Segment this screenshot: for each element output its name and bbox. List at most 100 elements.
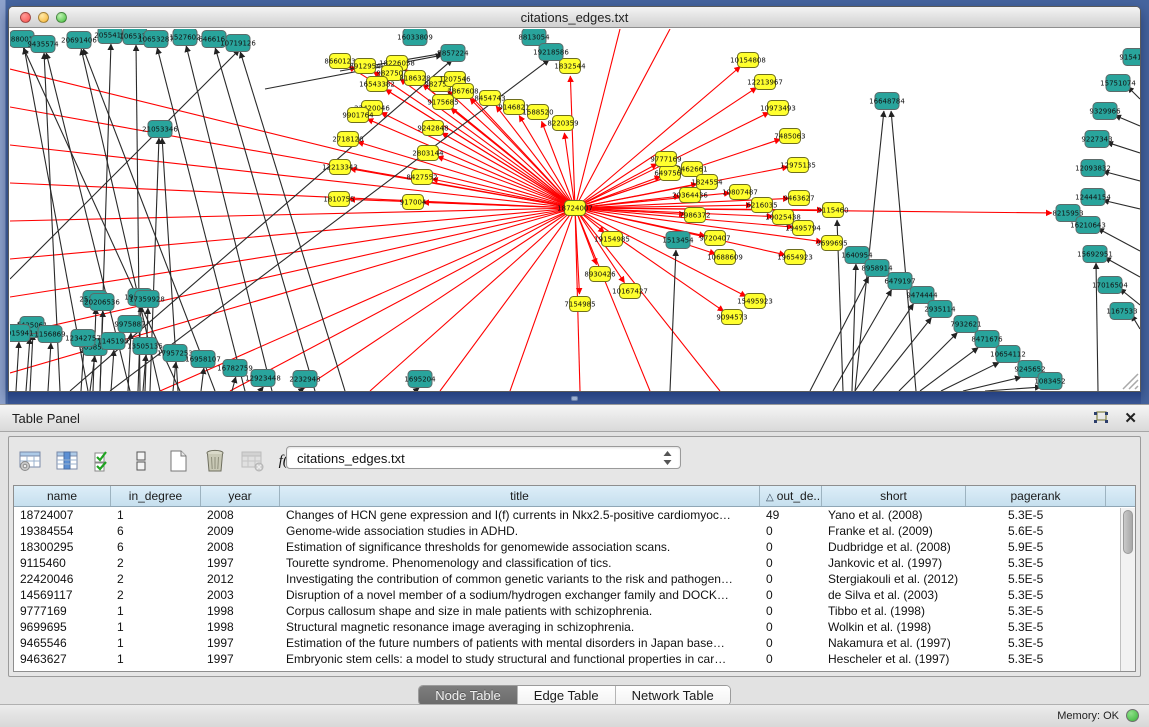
- table-row[interactable]: 1872400712008Changes of HCN gene express…: [14, 507, 1135, 523]
- table-cell: 0: [760, 555, 822, 571]
- graph-node[interactable]: 10154808: [730, 53, 766, 68]
- delete-table-icon[interactable]: [239, 448, 265, 474]
- graph-node[interactable]: 7857224: [437, 45, 469, 62]
- network-canvas[interactable]: 8660123891295418226058982750316543382818…: [10, 29, 1140, 391]
- table-row[interactable]: 2242004622012Investigating the contribut…: [14, 571, 1135, 587]
- graph-node[interactable]: 6479197: [884, 273, 915, 290]
- graph-node[interactable]: 12213967: [747, 75, 783, 90]
- graph-node[interactable]: 1167533: [1106, 303, 1137, 320]
- graph-node[interactable]: 1156869: [34, 326, 65, 343]
- table-row[interactable]: 969969511998Structural magnetic resonanc…: [14, 619, 1135, 635]
- graph-node[interactable]: 7485063: [774, 129, 805, 144]
- column-header-year[interactable]: year: [201, 486, 280, 506]
- graph-node[interactable]: 10973493: [760, 101, 796, 116]
- graph-node[interactable]: 9720407: [699, 231, 730, 246]
- window-titlebar[interactable]: citations_edges.txt: [9, 7, 1140, 28]
- table-cell: 0: [760, 619, 822, 635]
- graph-node[interactable]: 9094573: [716, 310, 747, 325]
- graph-node[interactable]: 12213343: [322, 160, 358, 175]
- float-panel-icon[interactable]: [1093, 411, 1109, 425]
- memory-ok-indicator[interactable]: [1126, 709, 1139, 722]
- table-row[interactable]: 946554611997Estimation of the future num…: [14, 635, 1135, 651]
- graph-node[interactable]: 1695204: [404, 371, 436, 388]
- graph-node[interactable]: 15751074: [1100, 75, 1136, 92]
- new-table-icon[interactable]: [165, 448, 191, 474]
- tab-node-table[interactable]: Node Table: [419, 686, 518, 705]
- graph-edge: [10, 208, 575, 335]
- column-header-title[interactable]: title: [280, 486, 760, 506]
- resize-grip-icon[interactable]: [1123, 374, 1138, 389]
- graph-node[interactable]: 9435574: [27, 36, 59, 53]
- table-row[interactable]: 911546021997Tourette syndrome. Phenomeno…: [14, 555, 1135, 571]
- table-row[interactable]: 1938455462009Genome-wide association stu…: [14, 523, 1135, 539]
- graph-node[interactable]: 15495923: [737, 294, 773, 309]
- graph-node[interactable]: 12444154: [1075, 189, 1111, 206]
- graph-node[interactable]: 20691406: [61, 32, 97, 49]
- column-header-label: pagerank: [1010, 489, 1060, 503]
- graph-node[interactable]: 19654923: [777, 250, 813, 265]
- graph-node[interactable]: 9154108: [1119, 49, 1140, 66]
- graph-node[interactable]: 1527602: [169, 29, 200, 46]
- graph-node[interactable]: 2935114: [924, 301, 956, 318]
- graph-node[interactable]: 2232948: [289, 371, 320, 388]
- panel-splitter-handle[interactable]: [571, 396, 578, 401]
- graph-node-label: 16648784: [869, 98, 905, 106]
- column-header-out_de[interactable]: △out_de...: [760, 486, 822, 506]
- graph-node[interactable]: 2718120: [332, 132, 363, 147]
- graph-node[interactable]: 917004: [400, 195, 427, 210]
- graph-node[interactable]: 8220359: [547, 116, 578, 131]
- graph-node[interactable]: 1145193: [97, 333, 128, 350]
- graph-node[interactable]: 7154985: [564, 297, 595, 312]
- graph-node[interactable]: 8930426: [584, 267, 616, 282]
- graph-node[interactable]: 9777169: [650, 152, 681, 167]
- graph-edge: [10, 50, 239, 279]
- graph-node[interactable]: 12093832: [1075, 160, 1111, 177]
- graph-node[interactable]: 9975887: [114, 316, 145, 333]
- table-cell: 9699695: [14, 619, 111, 635]
- column-header-short[interactable]: short: [822, 486, 966, 506]
- graph-node[interactable]: 9227343: [1081, 131, 1112, 148]
- graph-node[interactable]: 1083452: [1034, 373, 1065, 390]
- graph-node[interactable]: 19218586: [533, 44, 569, 61]
- graph-node[interactable]: 16033809: [397, 29, 433, 46]
- table-row[interactable]: 1456911722003Disruption of a novel membe…: [14, 587, 1135, 603]
- citation-network-graph[interactable]: 8660123891295418226058982750316543382818…: [10, 29, 1140, 391]
- scrollbar-thumb[interactable]: [1123, 510, 1133, 554]
- tab-edge-table[interactable]: Edge Table: [518, 686, 616, 705]
- table-selector-dropdown[interactable]: citations_edges.txt: [286, 446, 681, 469]
- table-row[interactable]: 946362711997Embryonic stem cells: a mode…: [14, 651, 1135, 667]
- table-column-icon[interactable]: [54, 448, 80, 474]
- graph-node[interactable]: 2803144: [412, 146, 444, 161]
- column-header-pagerank[interactable]: pagerank: [966, 486, 1106, 506]
- graph-node[interactable]: 10654112: [990, 346, 1026, 363]
- graph-node[interactable]: 15692951: [1077, 246, 1113, 263]
- graph-node[interactable]: 10807487: [722, 185, 758, 200]
- select-attributes-icon[interactable]: [91, 448, 117, 474]
- close-panel-icon[interactable]: ✕: [1124, 409, 1137, 427]
- table-row[interactable]: 1830029562008Estimation of significance …: [14, 539, 1135, 555]
- tab-network-table[interactable]: Network Table: [616, 686, 730, 705]
- table-cell: 2: [111, 587, 201, 603]
- graph-node[interactable]: 3915941: [10, 325, 34, 342]
- graph-node[interactable]: 10688609: [707, 250, 743, 265]
- delete-attribute-icon[interactable]: [202, 448, 228, 474]
- column-header-name[interactable]: name: [14, 486, 111, 506]
- graph-node[interactable]: 7932621: [950, 316, 981, 333]
- graph-node[interactable]: 16648784: [869, 93, 905, 110]
- graph-node[interactable]: 10167427: [612, 284, 648, 299]
- graph-node[interactable]: 8471676: [971, 331, 1003, 348]
- graph-node[interactable]: 9329966: [1089, 103, 1121, 120]
- graph-node[interactable]: 9115460: [817, 203, 848, 218]
- graph-node[interactable]: 9699695: [816, 236, 847, 251]
- graph-node[interactable]: 9463627: [783, 191, 814, 206]
- table-settings-icon[interactable]: [17, 448, 43, 474]
- row-height-icon[interactable]: [128, 448, 154, 474]
- graph-node[interactable]: 1513454: [662, 232, 694, 249]
- graph-node[interactable]: 21053346: [142, 121, 178, 138]
- graph-node[interactable]: 12975135: [780, 158, 816, 173]
- column-header-in_degree[interactable]: in_degree: [111, 486, 201, 506]
- graph-node[interactable]: 1810755: [323, 192, 354, 207]
- graph-node-label: 12213343: [322, 164, 358, 172]
- vertical-scrollbar[interactable]: [1120, 508, 1135, 671]
- table-row[interactable]: 977716911998Corpus callosum shape and si…: [14, 603, 1135, 619]
